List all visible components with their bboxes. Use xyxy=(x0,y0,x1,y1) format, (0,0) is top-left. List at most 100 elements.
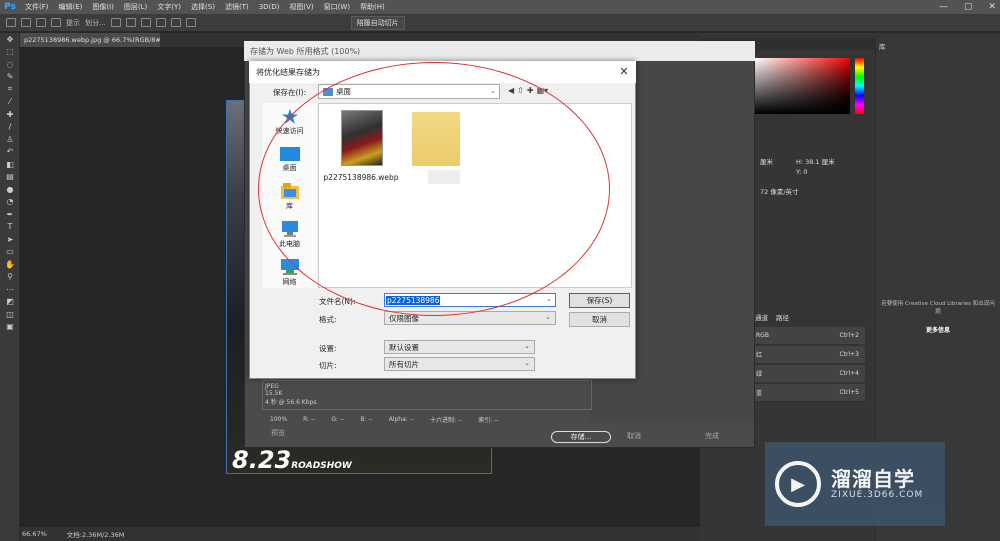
channel-row[interactable]: RGB Ctrl+2 xyxy=(750,327,865,345)
file-thumbnail[interactable] xyxy=(341,110,383,166)
option-label[interactable]: 提示 xyxy=(66,18,80,28)
sfw-preview-button[interactable]: 预览 xyxy=(271,428,285,438)
file-name[interactable]: p2275138986.webp xyxy=(318,173,404,182)
tab-libraries[interactable]: 库 xyxy=(879,41,886,51)
align-icon[interactable] xyxy=(155,18,166,27)
sfw-done-button[interactable]: 完成 xyxy=(705,431,719,441)
hand-tool-icon[interactable]: ✋ xyxy=(0,258,20,271)
quick-mask-icon[interactable]: ◫ xyxy=(0,308,20,321)
save-button[interactable]: 保存(S) xyxy=(569,293,630,308)
place-this-pc[interactable]: 此电脑 xyxy=(262,221,317,249)
option-icon[interactable] xyxy=(51,18,61,27)
save-for-web-title: 存储为 Web 所用格式 (100%) xyxy=(244,41,755,61)
back-icon[interactable]: ◀ xyxy=(508,86,514,95)
up-folder-icon[interactable]: ⇧ xyxy=(517,86,524,95)
blur-tool-icon[interactable]: ● xyxy=(0,183,20,196)
menu-3d[interactable]: 3D(D) xyxy=(254,3,285,11)
chevron-down-icon[interactable]: ⌄ xyxy=(546,295,552,303)
channel-row[interactable]: 蓝 Ctrl+5 xyxy=(750,384,865,402)
slices-select[interactable]: 所有切片 ⌄ xyxy=(384,357,535,371)
library-icon xyxy=(280,183,299,199)
menu-window[interactable]: 窗口(W) xyxy=(319,2,355,12)
image-date: 8.23 xyxy=(232,446,292,474)
place-network[interactable]: 网络 xyxy=(262,259,317,287)
history-brush-icon[interactable]: ↶ xyxy=(0,146,20,159)
save-in-combo[interactable]: 桌面 ⌄ xyxy=(318,84,500,99)
sfw-cancel-button[interactable]: 取消 xyxy=(627,431,641,441)
sfw-save-button[interactable]: 存储... xyxy=(551,431,611,443)
maximize-icon[interactable]: ▢ xyxy=(964,2,973,12)
more-tools-icon[interactable]: ⋯ xyxy=(0,283,20,296)
type-tool-icon[interactable]: T xyxy=(0,221,20,234)
desktop-icon xyxy=(279,147,300,161)
zoom-tool-icon[interactable]: ⚲ xyxy=(0,271,20,284)
lasso-tool-icon[interactable]: ◌ xyxy=(0,58,20,71)
screen-mode-icon[interactable]: ▣ xyxy=(0,321,20,334)
menu-file[interactable]: 文件(F) xyxy=(20,2,54,12)
option-icon[interactable] xyxy=(21,18,31,27)
cancel-button[interactable]: 取消 xyxy=(569,312,630,327)
eyedropper-tool-icon[interactable]: ⁄ xyxy=(0,96,20,109)
stamp-tool-icon[interactable]: ♙ xyxy=(0,133,20,146)
align-icon[interactable] xyxy=(170,18,181,27)
align-icon[interactable] xyxy=(125,18,136,27)
more-info-link[interactable]: 更多信息 xyxy=(880,325,996,334)
tab-paths[interactable]: 路径 xyxy=(776,312,789,322)
align-icon[interactable] xyxy=(185,18,196,27)
format-label: 格式: xyxy=(319,315,337,324)
save-in-value: 桌面 xyxy=(336,87,351,96)
align-icon[interactable] xyxy=(140,18,151,27)
sfw-zoom[interactable]: 100% xyxy=(270,416,287,423)
folder-icon[interactable] xyxy=(412,112,460,166)
place-desktop[interactable]: 桌面 xyxy=(262,147,317,173)
shape-tool-icon[interactable]: ▭ xyxy=(0,246,20,259)
star-icon xyxy=(281,109,298,124)
hue-slider[interactable] xyxy=(855,58,864,114)
marquee-tool-icon[interactable]: ⬚ xyxy=(0,46,20,59)
slice-tool-icon[interactable] xyxy=(6,18,16,27)
document-tab[interactable]: p2275138986.webp.jpg @ 66.7%(RGB/8#) * xyxy=(20,33,160,47)
dodge-tool-icon[interactable]: ◔ xyxy=(0,196,20,209)
menu-image[interactable]: 图像(I) xyxy=(87,2,119,12)
gradient-tool-icon[interactable]: ▤ xyxy=(0,171,20,184)
channel-row[interactable]: 绿 Ctrl+4 xyxy=(750,365,865,383)
filename-value[interactable]: p2275138986 xyxy=(386,295,441,305)
menu-help[interactable]: 帮助(H) xyxy=(355,2,390,12)
place-quick-access[interactable]: 快速访问 xyxy=(262,109,317,136)
prop-height: H: 38.1 厘米 xyxy=(796,158,835,166)
move-tool-icon[interactable]: ✥ xyxy=(0,33,20,46)
pen-tool-icon[interactable]: ✒ xyxy=(0,208,20,221)
crop-tool-icon[interactable]: ⌗ xyxy=(0,83,20,96)
healing-tool-icon[interactable]: ✚ xyxy=(0,108,20,121)
filename-input[interactable]: p2275138986 ⌄ xyxy=(384,293,556,307)
menu-filter[interactable]: 滤镜(T) xyxy=(220,2,254,12)
close-icon[interactable]: ✕ xyxy=(988,2,996,12)
menu-edit[interactable]: 编辑(E) xyxy=(54,2,88,12)
place-library[interactable]: 库 xyxy=(262,183,317,211)
channel-name: 蓝 xyxy=(756,390,763,397)
path-select-icon[interactable]: ➤ xyxy=(0,233,20,246)
format-select[interactable]: 仅限图像 ⌄ xyxy=(384,311,556,325)
minimize-icon[interactable]: — xyxy=(939,2,948,12)
brush-tool-icon[interactable]: ∕ xyxy=(0,121,20,134)
option-icon[interactable] xyxy=(36,18,46,27)
menu-layer[interactable]: 图层(L) xyxy=(119,2,152,12)
auto-slice-button[interactable]: 陪履自动切片 xyxy=(350,15,405,30)
zoom-level[interactable]: 66.67% xyxy=(22,530,47,538)
menu-view[interactable]: 视图(V) xyxy=(284,2,318,12)
new-folder-icon[interactable]: ✚ xyxy=(527,86,534,95)
eraser-tool-icon[interactable]: ◧ xyxy=(0,158,20,171)
quick-select-tool-icon[interactable]: ✎ xyxy=(0,71,20,84)
settings-select[interactable]: 默认设置 ⌄ xyxy=(384,340,535,354)
channel-name: RGB xyxy=(756,332,769,339)
option-label[interactable]: 划分... xyxy=(85,18,106,28)
view-menu-icon[interactable]: ▦▾ xyxy=(537,86,549,95)
tab-channels[interactable]: 通道 xyxy=(755,312,768,322)
close-icon[interactable]: ✕ xyxy=(616,63,632,79)
image-subtext: ROADSHOW xyxy=(291,461,352,471)
menu-select[interactable]: 选择(S) xyxy=(186,2,220,12)
menu-type[interactable]: 文字(Y) xyxy=(152,2,186,12)
channel-row[interactable]: 红 Ctrl+3 xyxy=(750,346,865,364)
color-swatch-icon[interactable]: ◩ xyxy=(0,296,20,309)
align-icon[interactable] xyxy=(110,18,121,27)
